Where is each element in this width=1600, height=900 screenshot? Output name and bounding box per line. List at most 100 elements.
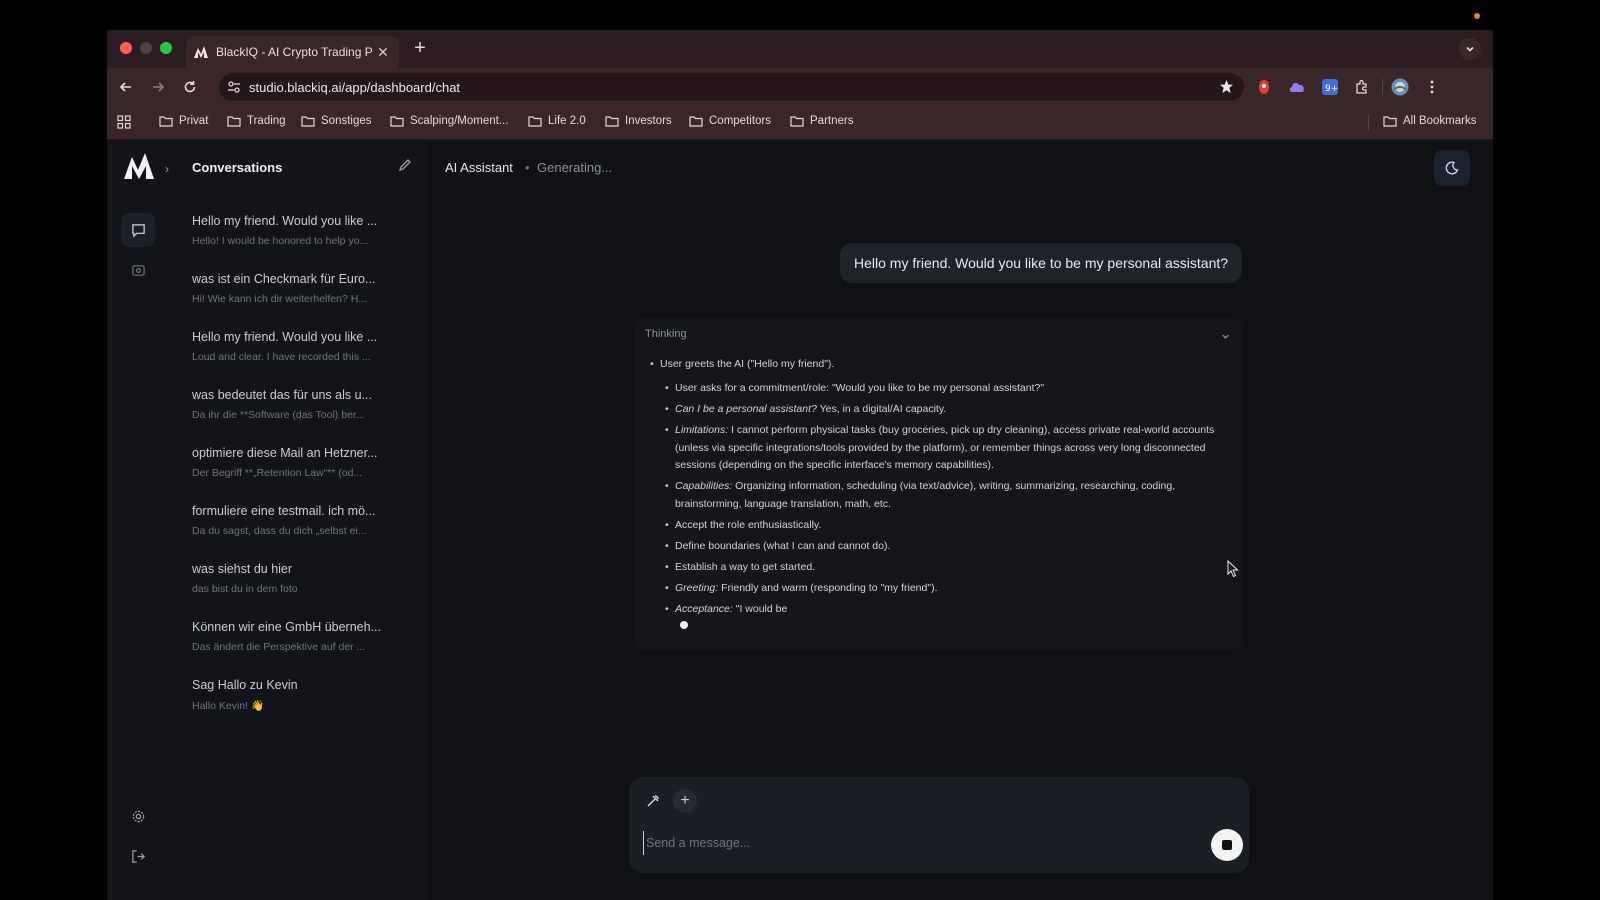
window-minimize-button[interactable]	[140, 42, 152, 54]
folder-icon	[159, 116, 173, 127]
bookmark-label: Partners	[810, 115, 854, 127]
thinking-text: I cannot perform physical tasks (buy gro…	[675, 424, 1215, 471]
tools-icon	[647, 795, 659, 807]
window-close-button[interactable]	[120, 42, 132, 54]
blackiq-logo-icon[interactable]	[123, 152, 155, 182]
generating-status: Generating...	[537, 160, 613, 175]
conversation-item[interactable]: formuliere eine testmail. ich mö... Da du…	[192, 504, 392, 537]
conversation-title: Sag Hallo zu Kevin	[192, 678, 298, 692]
folder-icon	[227, 116, 241, 127]
nav-rail: ›	[107, 140, 172, 900]
conversation-item[interactable]: was ist ein Checkmark für Euro... Hi! Wie…	[192, 272, 392, 305]
browser-tab[interactable]: BlackIQ - AI Crypto Trading P ✕	[186, 36, 399, 68]
conversation-title: Hello my friend. Would you like ...	[192, 214, 378, 228]
apps-grid-icon[interactable]	[117, 115, 137, 129]
thinking-label: Thinking	[645, 328, 687, 340]
thinking-item: • Establish a way to get started.	[665, 561, 816, 573]
recording-indicator-dot	[1474, 13, 1480, 19]
thinking-item: • Can I be a personal assistant? Yes, in …	[665, 403, 947, 415]
thinking-item: • Acceptance: "I would be	[665, 603, 788, 615]
tools-button[interactable]	[641, 789, 665, 813]
chat-nav-button[interactable]	[121, 213, 155, 247]
thinking-item: • User asks for a commitment/role: "Would…	[665, 382, 1045, 394]
gear-icon	[132, 810, 144, 822]
window-zoom-button[interactable]	[160, 42, 172, 54]
extension-cloud-icon[interactable]	[1287, 77, 1307, 97]
bookmark-label: Sonstiges	[321, 115, 372, 127]
thinking-item: • User greets the AI ("Hello my friend").	[650, 358, 835, 370]
back-button[interactable]	[115, 76, 137, 98]
settings-button[interactable]	[121, 799, 155, 833]
conversation-snippet: Hello! I would be honored to help yo...	[192, 235, 369, 247]
new-tab-button[interactable]: +	[409, 38, 431, 60]
conversation-snippet: Loud and clear. I have recorded this ...	[192, 351, 371, 363]
all-bookmarks-folder[interactable]: All Bookmarks	[1383, 115, 1477, 127]
add-attachment-button[interactable]: +	[673, 789, 697, 813]
message-input[interactable]	[643, 831, 1183, 855]
conversation-item[interactable]: Hello my friend. Would you like ... Loud …	[192, 330, 392, 363]
reload-button[interactable]	[179, 76, 201, 98]
bookmark-folder-investors[interactable]: Investors	[605, 115, 672, 127]
conversation-title: was ist ein Checkmark für Euro...	[192, 272, 376, 286]
bookmark-folder-competitors[interactable]: Competitors	[689, 115, 771, 127]
thinking-item: • Limitations: I cannot perform physical …	[665, 424, 1215, 471]
extension-badge-icon[interactable]: 9+	[1320, 77, 1340, 97]
bookmark-label: Scalping/Moment...	[410, 115, 509, 127]
profile-avatar[interactable]	[1390, 77, 1410, 97]
bookmarks-divider	[1368, 115, 1369, 131]
conversation-title: optimiere diese Mail an Hetzner...	[192, 446, 378, 460]
extensions-puzzle-icon[interactable]	[1352, 77, 1372, 97]
scan-icon	[131, 264, 145, 276]
chat-bubble-icon	[131, 223, 145, 238]
theme-toggle-button[interactable]	[1434, 150, 1470, 186]
bookmark-label: Privat	[179, 115, 209, 127]
screen: BlackIQ - AI Crypto Trading P ✕ + studio…	[0, 0, 1600, 900]
thinking-emphasis: Limitations:	[675, 424, 729, 436]
thinking-text: Friendly and warm (responding to "my fri…	[718, 582, 938, 594]
star-icon[interactable]	[1219, 79, 1234, 99]
forward-button[interactable]	[147, 76, 169, 98]
more-vertical-icon[interactable]	[1422, 77, 1442, 97]
header-separator: •	[525, 160, 530, 175]
extension-red-icon[interactable]	[1254, 77, 1274, 97]
conversation-item[interactable]: was siehst du hier das bist du in dem fot…	[192, 562, 392, 595]
logout-button[interactable]	[121, 839, 155, 873]
conversations-sidebar: Conversations Hello my friend. Would you…	[172, 140, 427, 900]
tab-search-button[interactable]	[1459, 38, 1481, 60]
tab-close-icon[interactable]: ✕	[375, 44, 391, 61]
thinking-emphasis: Can I be a personal assistant?	[675, 403, 817, 415]
folder-icon	[790, 116, 804, 127]
bookmark-folder-privat[interactable]: Privat	[159, 115, 208, 127]
conversation-item[interactable]: Hello my friend. Would you like ... Hello…	[192, 214, 392, 247]
chevron-right-icon[interactable]: ›	[165, 162, 169, 176]
svg-text:9+: 9+	[1325, 84, 1338, 94]
site-info-icon[interactable]	[219, 73, 249, 101]
blackiq-logo-icon	[194, 45, 208, 59]
thinking-text: Establish a way to get started.	[675, 561, 816, 573]
moon-icon	[1445, 161, 1459, 175]
conversation-item[interactable]: Können wir eine GmbH überneh... Das änder…	[192, 620, 392, 653]
bookmark-folder-partners[interactable]: Partners	[790, 115, 853, 127]
bookmark-folder-sonstiges[interactable]: Sonstiges	[301, 115, 372, 127]
bookmark-label: Competitors	[709, 115, 771, 127]
logout-icon	[131, 849, 145, 863]
mouse-pointer-icon	[1227, 559, 1239, 583]
thinking-item: • Capabilities: Organizing information, s…	[665, 480, 1176, 510]
new-conversation-button[interactable]	[398, 158, 412, 177]
sidebar-title: Conversations	[192, 160, 283, 175]
tab-title: BlackIQ - AI Crypto Trading P	[216, 45, 372, 59]
bookmark-folder-life[interactable]: Life 2.0	[528, 115, 586, 127]
scan-nav-button[interactable]	[121, 253, 155, 287]
bookmark-label: Investors	[625, 115, 672, 127]
bookmark-folder-scalping[interactable]: Scalping/Moment...	[390, 115, 508, 127]
bookmark-folder-trading[interactable]: Trading	[227, 115, 286, 127]
collapse-chevron-icon[interactable]	[1221, 328, 1230, 346]
conversation-item[interactable]: optimiere diese Mail an Hetzner... Der Be…	[192, 446, 392, 479]
stop-generation-button[interactable]	[1211, 829, 1243, 861]
thinking-text: Organizing information, scheduling (via …	[675, 480, 1176, 510]
conversation-item[interactable]: Sag Hallo zu Kevin Hallo Kevin! 👋	[192, 678, 392, 712]
conversation-title: Hello my friend. Would you like ...	[192, 330, 378, 344]
conversation-item[interactable]: was bedeutet das für uns als u... Da ihr …	[192, 388, 392, 421]
address-bar[interactable]: studio.blackiq.ai/app/dashboard/chat	[219, 73, 1244, 101]
arrow-right-icon	[153, 82, 165, 92]
